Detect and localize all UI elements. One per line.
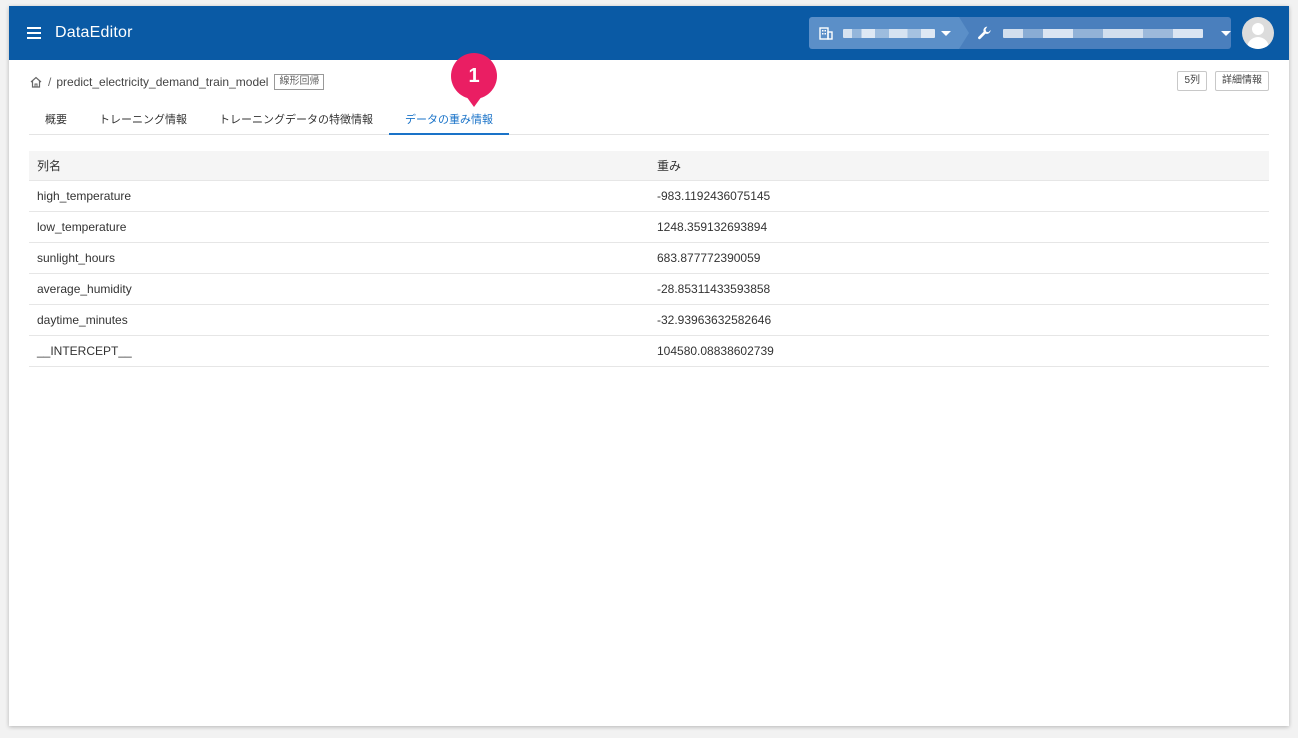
breadcrumb-separator: / [48, 75, 52, 89]
row-column-name: low_temperature [37, 220, 127, 234]
app-title: DataEditor [55, 24, 133, 41]
chevron-down-icon [1221, 30, 1231, 36]
home-icon[interactable] [29, 75, 43, 89]
tab-training-info[interactable]: トレーニング情報 [83, 104, 203, 134]
weights-table: 列名 重み high_temperature -983.119243607514… [29, 151, 1269, 367]
table-row: average_humidity -28.85311433593858 [29, 274, 1269, 305]
header-actions: 5列 詳細情報 [1177, 71, 1269, 91]
organization-name-redacted [843, 28, 935, 38]
row-weight-value: -32.93963632582646 [657, 313, 772, 327]
context-selectors [809, 17, 1231, 49]
details-button[interactable]: 詳細情報 [1215, 71, 1269, 91]
row-weight-value: 683.877772390059 [657, 251, 761, 265]
table-row: low_temperature 1248.359132693894 [29, 212, 1269, 243]
columns-button[interactable]: 5列 [1177, 71, 1207, 91]
table-row: high_temperature -983.1192436075145 [29, 181, 1269, 212]
breadcrumb: / predict_electricity_demand_train_model… [29, 72, 325, 92]
table-row: __INTERCEPT__ 104580.08838602739 [29, 336, 1269, 367]
model-type-badge: 線形回帰 [274, 74, 325, 90]
project-selector[interactable] [959, 17, 1231, 49]
chevron-down-icon [941, 30, 951, 36]
column-header-name: 列名 [37, 159, 62, 173]
wrench-icon [978, 26, 991, 40]
top-bar: DataEditor [9, 6, 1289, 60]
row-weight-value: 104580.08838602739 [657, 344, 774, 358]
row-weight-value: -983.1192436075145 [657, 189, 771, 203]
model-name: predict_electricity_demand_train_model [56, 75, 269, 89]
project-name-redacted [1002, 28, 1203, 38]
hamburger-menu-icon[interactable] [27, 27, 41, 39]
row-weight-value: -28.85311433593858 [657, 282, 771, 296]
step-marker-badge: 1 [451, 53, 497, 107]
row-column-name: __INTERCEPT__ [37, 344, 132, 358]
table-row: daytime_minutes -32.93963632582646 [29, 305, 1269, 336]
user-avatar[interactable] [1242, 17, 1274, 49]
row-column-name: daytime_minutes [37, 313, 128, 327]
row-column-name: average_humidity [37, 282, 132, 296]
row-column-name: sunlight_hours [37, 251, 116, 265]
tab-overview[interactable]: 概要 [29, 104, 83, 134]
tab-bar: 概要 トレーニング情報 トレーニングデータの特徴情報 データの重み情報 [29, 104, 1269, 135]
organization-selector[interactable] [809, 17, 969, 49]
building-icon [819, 27, 833, 40]
row-column-name: high_temperature [37, 189, 132, 203]
tab-data-weights[interactable]: データの重み情報 [389, 104, 509, 135]
table-header: 列名 重み [29, 151, 1269, 181]
row-weight-value: 1248.359132693894 [657, 220, 768, 234]
tab-training-data-features[interactable]: トレーニングデータの特徴情報 [203, 104, 389, 134]
table-row: sunlight_hours 683.877772390059 [29, 243, 1269, 274]
column-header-weight: 重み [657, 159, 682, 173]
app-window: DataEditor / predict_electricity_demand_… [9, 6, 1289, 726]
